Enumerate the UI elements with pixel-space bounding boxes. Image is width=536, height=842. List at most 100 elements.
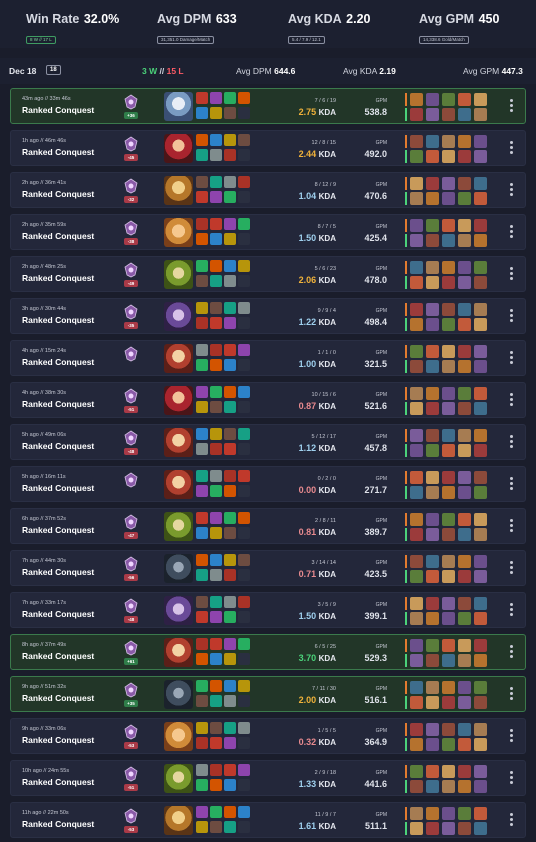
rank-emblem-icon [123, 682, 139, 698]
team-god-icon [442, 192, 455, 205]
team-god-icon [474, 402, 487, 415]
more-options-icon[interactable] [508, 435, 514, 451]
team-indicator-bar [405, 471, 407, 484]
more-options-icon[interactable] [508, 183, 514, 199]
match-row[interactable]: 1h ago // 46m 46s Ranked Conquest -45 12 / … [10, 130, 526, 166]
tp-change-badge: -35 [124, 322, 138, 329]
match-row[interactable]: 43m ago // 33m 46s Ranked Conquest +36 7 / … [10, 88, 526, 124]
kill-death-assist: 9 / 9 / 4 [317, 308, 336, 314]
tp-change-badge: -47 [124, 532, 138, 539]
kda-ratio: 1.33 KDA [299, 779, 336, 789]
item-build [196, 302, 252, 332]
stat-avg-kda: Avg KDA 2.20 5.4 / 7.9 / 12.1 [288, 10, 371, 46]
more-options-icon[interactable] [508, 519, 514, 535]
gpm-label: GPM [375, 350, 387, 356]
stat-label: Avg DPM [157, 12, 212, 26]
gpm-label: GPM [375, 140, 387, 146]
team-two [405, 402, 490, 415]
item-build [196, 806, 252, 836]
empty-item-slot [238, 611, 250, 623]
more-options-icon[interactable] [508, 645, 514, 661]
gpm-value: 399.1 [364, 611, 387, 621]
team-indicator-bar [405, 654, 407, 667]
item-icon [224, 302, 236, 314]
gpm-label: GPM [375, 182, 387, 188]
team-god-icon [410, 261, 423, 274]
team-god-icon [474, 639, 487, 652]
rank-emblem-icon [123, 724, 139, 740]
team-god-icon [426, 402, 439, 415]
more-options-icon[interactable] [508, 141, 514, 157]
more-options-icon[interactable] [508, 225, 514, 241]
match-row[interactable]: 3h ago // 30m 44s Ranked Conquest -35 9 / 9… [10, 298, 526, 334]
god-portrait [164, 764, 193, 793]
team-god-icon [474, 387, 487, 400]
kda-ratio: 0.71 KDA [299, 569, 336, 579]
team-god-icon [474, 570, 487, 583]
more-options-icon[interactable] [508, 561, 514, 577]
item-icon [196, 638, 208, 650]
team-god-icon [410, 192, 423, 205]
more-options-icon[interactable] [508, 729, 514, 745]
gpm-value: 478.0 [364, 275, 387, 285]
team-indicator-bar [405, 345, 407, 358]
team-indicator-bar [405, 570, 407, 583]
more-options-icon[interactable] [508, 813, 514, 829]
more-options-icon[interactable] [508, 477, 514, 493]
match-row[interactable]: 2h ago // 35m 59s Ranked Conquest -38 8 / 7… [10, 214, 526, 250]
team-indicator-bar [405, 177, 407, 190]
rank-emblem-icon [123, 598, 139, 614]
team-god-icon [474, 486, 487, 499]
more-options-icon[interactable] [508, 351, 514, 367]
item-icon [210, 176, 222, 188]
day-gpm-label: Avg GPM [463, 66, 500, 76]
team-god-icon [442, 570, 455, 583]
item-icon [210, 386, 222, 398]
team-god-icon [410, 513, 423, 526]
match-row[interactable]: 6h ago // 37m 52s Ranked Conquest -47 2 / 8… [10, 508, 526, 544]
team-god-icon [458, 219, 471, 232]
team-two [405, 444, 490, 457]
match-row[interactable]: 5h ago // 49m 06s Ranked Conquest -48 5 / 1… [10, 424, 526, 460]
team-god-icon [410, 639, 423, 652]
match-row[interactable]: 5h ago // 16m 11s Ranked Conquest 0 / 2 / … [10, 466, 526, 502]
more-options-icon[interactable] [508, 267, 514, 283]
more-options-icon[interactable] [508, 99, 514, 115]
match-row[interactable]: 4h ago // 38m 30s Ranked Conquest -51 10 / … [10, 382, 526, 418]
match-row[interactable]: 10h ago // 24m 55s Ranked Conquest -51 2 / … [10, 760, 526, 796]
team-two [405, 696, 490, 709]
match-row[interactable]: 2h ago // 36m 41s Ranked Conquest -32 8 / 1… [10, 172, 526, 208]
item-icon [238, 134, 250, 146]
more-options-icon[interactable] [508, 687, 514, 703]
match-row[interactable]: 8h ago // 37m 49s Ranked Conquest +61 6 / 5… [10, 634, 526, 670]
more-options-icon[interactable] [508, 393, 514, 409]
match-row[interactable]: 4h ago // 15m 24s Ranked Conquest 1 / 1 / … [10, 340, 526, 376]
match-row[interactable]: 9h ago // 33m 06s Ranked Conquest -53 1 / 5… [10, 718, 526, 754]
team-god-icon [442, 234, 455, 247]
empty-item-slot [238, 737, 250, 749]
more-options-icon[interactable] [508, 309, 514, 325]
match-row[interactable]: 7h ago // 33m 17s Ranked Conquest -48 3 / 5… [10, 592, 526, 628]
item-icon [210, 359, 222, 371]
match-row[interactable]: 7h ago // 44m 30s Ranked Conquest -56 3 / 1… [10, 550, 526, 586]
kda-suffix: KDA [318, 486, 336, 495]
more-options-icon[interactable] [508, 771, 514, 787]
god-portrait [164, 260, 193, 289]
team-indicator-bar [405, 276, 407, 289]
team-god-icon [442, 444, 455, 457]
team-god-icon [458, 738, 471, 751]
team-indicator-bar [405, 192, 407, 205]
more-options-icon[interactable] [508, 603, 514, 619]
team-god-icon [410, 570, 423, 583]
team-god-icon [474, 429, 487, 442]
team-one [405, 303, 490, 316]
kda-ratio: 1.61 KDA [299, 821, 336, 831]
item-icon [224, 275, 236, 287]
match-row[interactable]: 11h ago // 22m 50s Ranked Conquest -53 11 /… [10, 802, 526, 838]
match-row[interactable]: 2h ago // 48m 25s Ranked Conquest -49 5 / 6… [10, 256, 526, 292]
match-row[interactable]: 9h ago // 51m 32s Ranked Conquest +35 7 / 1… [10, 676, 526, 712]
kill-death-assist: 1 / 1 / 0 [317, 350, 336, 356]
team-god-icon [474, 612, 487, 625]
team-god-icon [442, 276, 455, 289]
team-god-icon [458, 486, 471, 499]
